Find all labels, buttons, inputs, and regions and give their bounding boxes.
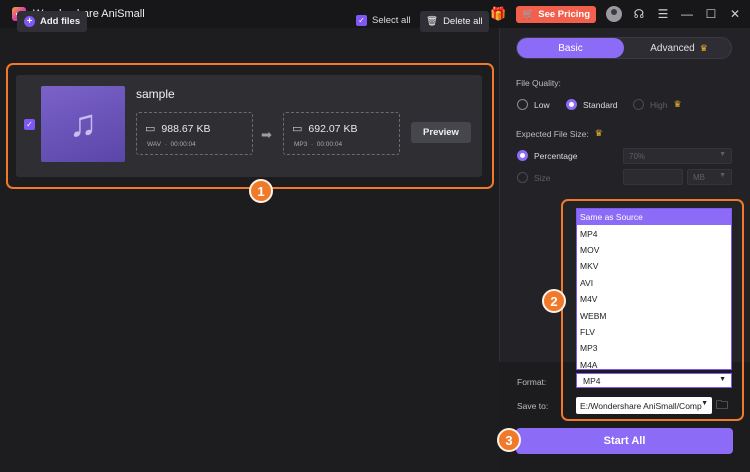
size-label: Size (534, 172, 551, 183)
size-unit-value: MB (693, 172, 705, 182)
radio-selected-icon (517, 150, 528, 161)
quality-standard-radio[interactable]: Standard (566, 99, 618, 110)
callout-badge-2: 2 (542, 289, 566, 313)
callout-badge-3: 3 (497, 428, 521, 452)
chevron-down-icon: ▼ (719, 151, 726, 158)
delete-all-label: Delete all (443, 16, 483, 27)
add-files-button[interactable]: + Add files (17, 11, 88, 32)
close-icon[interactable]: ✕ (728, 7, 742, 21)
quality-low-radio[interactable]: Low (517, 99, 550, 110)
save-to-label: Save to: (517, 401, 549, 411)
file-toolbar (0, 28, 498, 64)
radio-icon (633, 99, 644, 110)
avatar[interactable] (606, 6, 622, 22)
radio-selected-icon (566, 99, 577, 110)
quality-high-radio[interactable]: High ♛ (633, 99, 682, 110)
callout-badge-1: 1 (249, 179, 273, 203)
format-label: Format: (517, 377, 547, 387)
select-all-label: Select all (372, 15, 411, 26)
chevron-down-icon: ▼ (719, 172, 726, 179)
gift-icon[interactable]: 🎁 (490, 6, 506, 22)
crown-icon: ♛ (673, 99, 682, 109)
maximize-icon[interactable]: ☐ (704, 7, 718, 21)
menu-icon[interactable]: ☰ (656, 7, 670, 21)
tab-advanced[interactable]: Advanced ♛ (627, 38, 731, 58)
headset-icon[interactable]: ☊ (632, 7, 646, 21)
percentage-select[interactable]: 70% ▼ (623, 148, 732, 164)
file-quality-label: File Quality: (516, 78, 561, 88)
minimize-icon[interactable]: — (680, 7, 694, 21)
crown-icon: ♛ (594, 128, 603, 138)
cart-icon: 🛒 (522, 8, 535, 20)
percentage-value: 70% (629, 151, 646, 161)
title-bar-actions: 🎁 🛒 See Pricing ☊ ☰ — ☐ ✕ (490, 0, 742, 28)
expected-size-label: Expected File Size: (516, 128, 589, 139)
delete-all-button[interactable]: 🗑 Delete all (420, 11, 489, 32)
percentage-label: Percentage (534, 150, 578, 161)
start-all-button[interactable]: Start All (516, 428, 733, 454)
callout-box-2 (561, 199, 744, 421)
percentage-radio[interactable]: Percentage (517, 150, 577, 161)
quality-low-label: Low (534, 99, 550, 110)
see-pricing-button[interactable]: 🛒 See Pricing (516, 5, 596, 23)
trash-icon: 🗑 (426, 16, 439, 27)
size-input[interactable] (623, 169, 683, 185)
radio-icon (517, 172, 528, 183)
callout-box-1 (6, 63, 494, 189)
add-files-label: Add files (40, 16, 81, 27)
radio-icon (517, 99, 528, 110)
plus-icon: + (24, 16, 35, 27)
size-unit-select[interactable]: MB ▼ (687, 169, 732, 185)
quality-standard-label: Standard (583, 99, 618, 110)
size-radio[interactable]: Size (517, 172, 551, 183)
quality-high-label: High (650, 99, 668, 110)
select-all-checkbox[interactable]: ✓ Select all (356, 15, 411, 26)
tab-basic[interactable]: Basic (517, 38, 624, 58)
see-pricing-label: See Pricing (538, 8, 590, 20)
tab-advanced-label: Advanced (650, 42, 695, 54)
check-icon: ✓ (356, 15, 367, 26)
expected-size-label-row: Expected File Size: ♛ (516, 128, 603, 139)
crown-icon: ♛ (699, 42, 708, 53)
